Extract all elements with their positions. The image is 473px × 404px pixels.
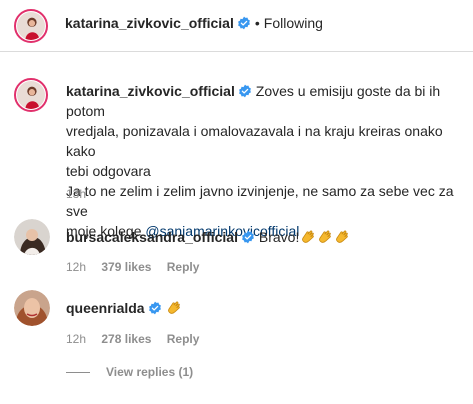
comment-username[interactable]: queenrialda — [66, 300, 145, 316]
following-button[interactable]: Following — [264, 15, 323, 31]
caption-author-avatar-image — [17, 81, 45, 109]
comment-meta: 12h 278 likes Reply — [66, 332, 211, 346]
post-header: katarina_zivkovic_official • Following — [0, 0, 473, 52]
comment-avatar[interactable] — [14, 290, 50, 326]
header-separator: • — [254, 15, 260, 31]
comment-time[interactable]: 12h — [66, 332, 86, 346]
clapping-hands-icon — [336, 230, 349, 243]
verified-badge-icon — [238, 84, 251, 98]
caption-time[interactable]: 13h — [66, 187, 86, 201]
comment-body: queenrialda — [66, 300, 182, 316]
author-avatar[interactable] — [14, 9, 48, 43]
caption: katarina_zivkovic_official Zoves u emisi… — [66, 81, 461, 241]
comment-text: Bravo! — [258, 229, 300, 245]
comment-username[interactable]: bursacaleksandra_official — [66, 229, 238, 245]
comment-time[interactable]: 12h — [66, 260, 86, 274]
comment-likes[interactable]: 379 likes — [101, 260, 151, 274]
caption-meta: 13h — [66, 187, 98, 201]
clapping-hands-icon — [319, 230, 332, 243]
comment-body: bursacaleksandra_official Bravo! — [66, 229, 350, 245]
comment-avatar[interactable] — [14, 219, 50, 255]
view-replies-label: View replies (1) — [106, 365, 194, 379]
reply-button[interactable]: Reply — [167, 332, 200, 346]
reply-button[interactable]: Reply — [167, 260, 200, 274]
view-replies-button[interactable]: View replies (1) — [66, 365, 193, 379]
comment-meta: 12h 379 likes Reply — [66, 260, 211, 274]
caption-text-4: Ja to ne zelim i zelim javno izvinjenje,… — [66, 183, 454, 219]
caption-line-1: katarina_zivkovic_official Zoves u emisi… — [66, 81, 461, 121]
caption-author-avatar[interactable] — [14, 78, 48, 112]
comment-likes[interactable]: 278 likes — [101, 332, 151, 346]
author-avatar-image — [17, 12, 45, 40]
verified-badge-icon — [237, 16, 250, 30]
verified-badge-icon — [148, 301, 161, 315]
clapping-hands-icon — [302, 230, 315, 243]
header-username[interactable]: katarina_zivkovic_official — [65, 15, 234, 31]
comment-avatar-image — [14, 219, 50, 255]
verified-badge-icon — [242, 230, 254, 244]
caption-text-2: vredjala, ponizavala i omalovazavala i n… — [66, 123, 443, 159]
caption-text-3: tebi odgovara — [66, 163, 151, 179]
clapping-hands-icon — [168, 301, 181, 314]
comment-avatar-image — [14, 290, 50, 326]
header-user-row: katarina_zivkovic_official • Following — [65, 15, 323, 33]
view-replies-divider — [66, 371, 90, 373]
caption-username[interactable]: katarina_zivkovic_official — [66, 83, 235, 99]
